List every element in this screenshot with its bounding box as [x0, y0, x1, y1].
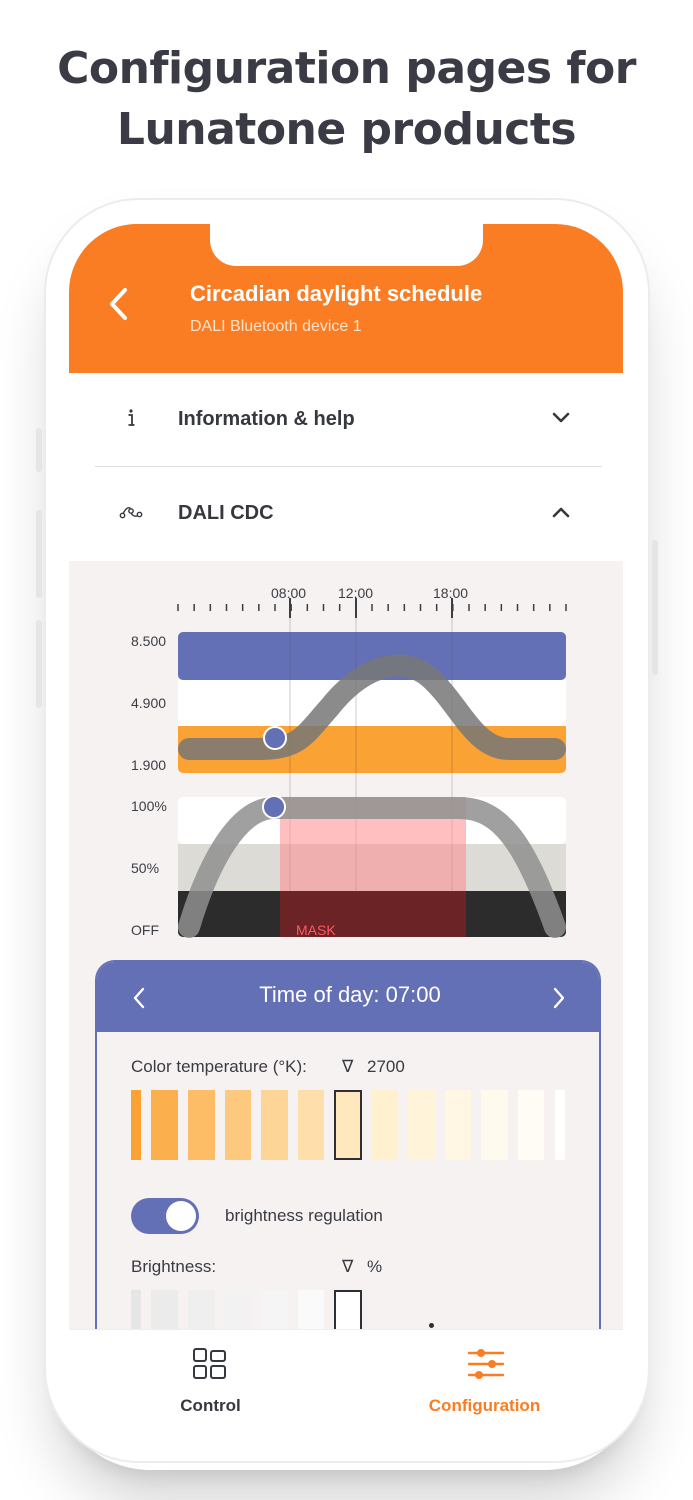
brightness-regulation-toggle[interactable]	[131, 1198, 199, 1234]
chevron-down-icon[interactable]	[551, 411, 571, 425]
color-axis-label: 1.900	[131, 757, 167, 773]
color-swatch[interactable]	[555, 1090, 565, 1160]
color-swatch[interactable]	[298, 1090, 324, 1160]
color-swatch[interactable]	[131, 1090, 141, 1160]
tab-label: Control	[180, 1396, 241, 1415]
color-axis-label: 8.500	[131, 633, 167, 649]
headline-line-1: Configuration pages for	[57, 43, 636, 94]
section-label: DALI CDC	[178, 502, 274, 524]
phone-notch	[210, 224, 483, 266]
toggle-knob	[166, 1201, 196, 1231]
chevron-left-icon[interactable]	[105, 286, 133, 322]
color-swatch[interactable]	[188, 1090, 215, 1160]
phone-side-button	[36, 510, 42, 598]
brightness-marker: ∇	[342, 1257, 354, 1276]
brightness-axis-label: 50%	[131, 860, 160, 876]
headline: Configuration pages for Lunatone product…	[0, 38, 693, 160]
color-temperature-marker: ∇	[342, 1057, 354, 1076]
chevron-up-icon[interactable]	[551, 505, 571, 519]
color-band-neutral	[178, 680, 566, 726]
color-swatch[interactable]	[151, 1090, 178, 1160]
phone-screen: Circadian daylight schedule DALI Bluetoo…	[69, 224, 623, 1436]
brightness-axis-label: OFF	[131, 922, 159, 938]
time-of-day-card: Time of day: 07:00 Color temperature (°K…	[95, 960, 601, 1360]
brightness-unit: %	[367, 1257, 383, 1276]
color-swatch[interactable]	[481, 1090, 508, 1160]
mask-label: MASK	[296, 922, 336, 938]
page-subtitle: DALI Bluetooth device 1	[190, 318, 362, 335]
page-title: Circadian daylight schedule	[190, 281, 483, 306]
color-swatch[interactable]	[225, 1090, 251, 1160]
brightness-curve-handle	[262, 795, 286, 819]
phone-side-button	[36, 620, 42, 708]
tab-control[interactable]: Control	[69, 1330, 346, 1436]
brightness-dot	[429, 1323, 434, 1328]
tab-configuration[interactable]: Configuration	[346, 1330, 623, 1436]
grid-icon	[193, 1348, 226, 1379]
sliders-icon	[468, 1349, 504, 1379]
app-bar: Circadian daylight schedule DALI Bluetoo…	[69, 224, 623, 373]
phone-side-button	[652, 540, 658, 675]
color-axis-label: 4.900	[131, 695, 167, 711]
brightness-regulation-label: brightness regulation	[225, 1206, 383, 1225]
section-label: Information & help	[178, 408, 355, 430]
color-temperature-value: 2700	[367, 1057, 405, 1076]
color-swatch-selected[interactable]	[334, 1090, 362, 1160]
section-information-help[interactable]: Information & help	[69, 373, 623, 467]
info-icon	[128, 409, 135, 426]
phone-side-button	[36, 428, 42, 472]
headline-line-2: Lunatone products	[116, 104, 577, 155]
color-swatch[interactable]	[372, 1090, 398, 1160]
bottom-tab-bar: Control Configuration	[69, 1329, 623, 1436]
chevron-right-icon[interactable]	[551, 986, 567, 1010]
color-temperature-label: Color temperature (°K):	[131, 1057, 307, 1076]
curve-nodes-icon	[119, 507, 143, 519]
brightness-label: Brightness:	[131, 1257, 217, 1276]
time-of-day-title: Time of day: 07:00	[259, 982, 441, 1007]
color-swatch[interactable]	[408, 1090, 435, 1160]
color-swatch[interactable]	[445, 1090, 471, 1160]
time-of-day-header: Time of day: 07:00	[97, 962, 599, 1032]
section-dali-cdc[interactable]: DALI CDC	[69, 467, 623, 561]
tab-label: Configuration	[428, 1396, 541, 1415]
brightness-axis-label: 100%	[131, 798, 167, 814]
color-swatch[interactable]	[518, 1090, 544, 1160]
cdc-schedule-chart[interactable]: 08:00 12:00 18:00 8.500 4.900 1.900 100%…	[69, 560, 623, 940]
color-curve-handle	[263, 726, 287, 750]
time-ruler	[177, 598, 567, 938]
color-swatch[interactable]	[261, 1090, 288, 1160]
